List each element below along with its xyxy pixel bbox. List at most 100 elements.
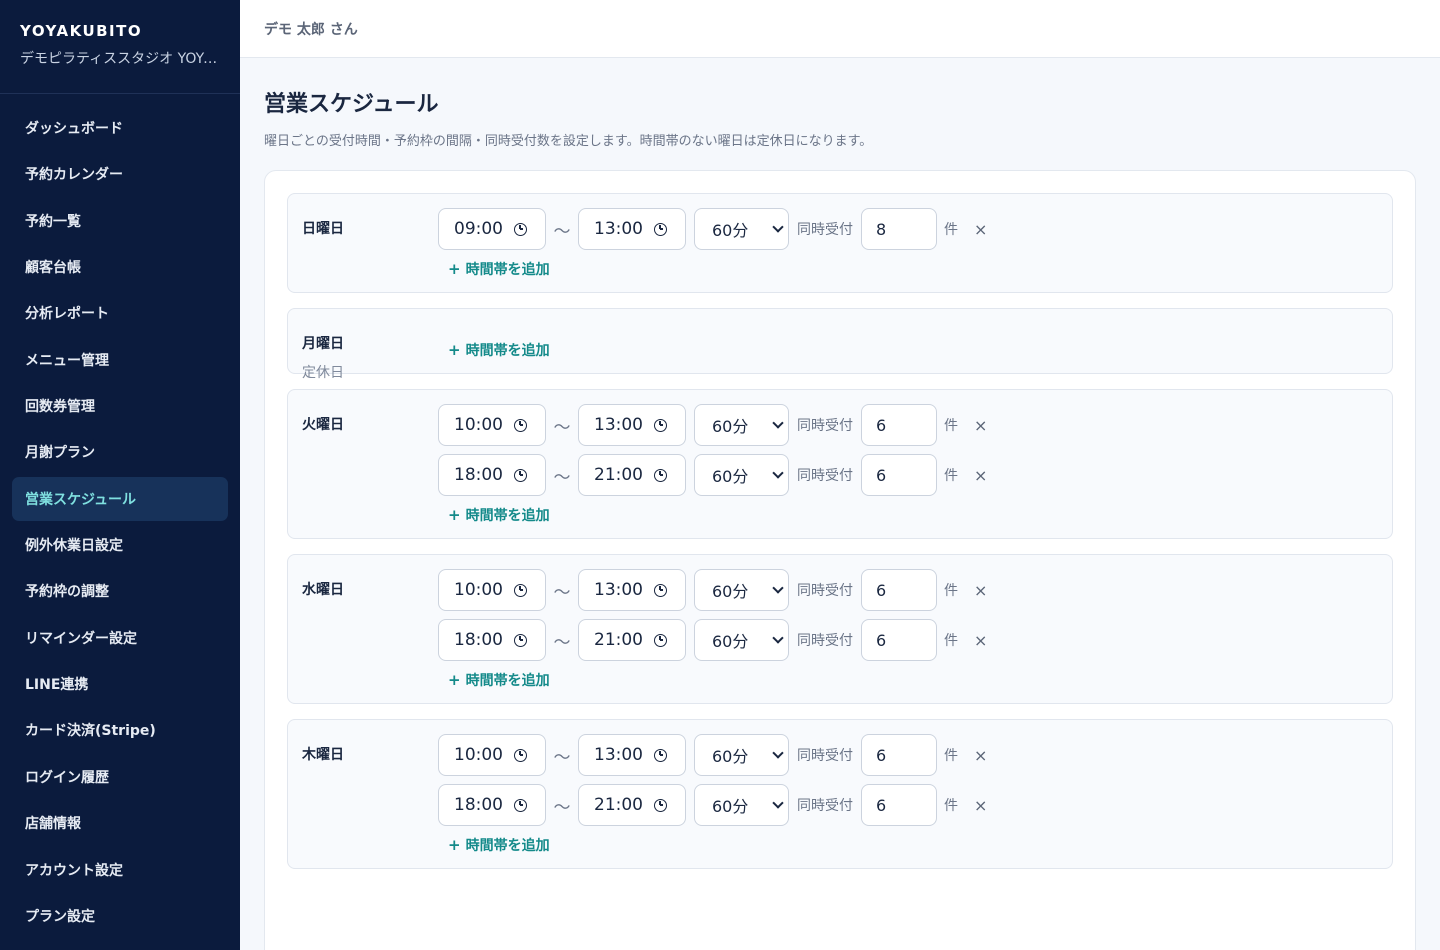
capacity-label: 同時受付 <box>797 748 853 764</box>
interval-select[interactable]: 60分 <box>694 734 789 776</box>
start-time-input[interactable]: 09:00 <box>438 208 546 250</box>
day-label: 日曜日 <box>302 218 344 238</box>
start-time-input[interactable]: 10:00 <box>438 734 546 776</box>
sidebar-item[interactable]: 月謝プラン <box>12 430 228 474</box>
time-slots: 09:00 〜 13:00 60分 同時受付 8 件 × + 時間帯を追加 <box>438 208 1392 280</box>
capacity-input[interactable]: 6 <box>861 734 937 776</box>
remove-slot-button[interactable]: × <box>974 416 987 435</box>
top-bar: デモ 太郎 さん <box>240 0 1440 58</box>
interval-select[interactable]: 60分 <box>694 569 789 611</box>
start-time-value: 10:00 <box>454 415 503 435</box>
range-separator: 〜 <box>553 417 571 438</box>
interval-select[interactable]: 60分 <box>694 619 789 661</box>
capacity-input[interactable]: 6 <box>861 569 937 611</box>
interval-value: 60分 <box>712 747 749 766</box>
sidebar-item[interactable]: ログイン履歴 <box>12 755 228 799</box>
end-time-input[interactable]: 13:00 <box>578 569 686 611</box>
capacity-unit: 件 <box>944 633 958 649</box>
brand: YOYAKUBITO デモピラティススタジオ YOYAKUBITO <box>0 0 240 94</box>
sidebar-item[interactable]: アカウント設定 <box>12 848 228 892</box>
sidebar-item[interactable]: 分析レポート <box>12 291 228 335</box>
remove-slot-button[interactable]: × <box>974 746 987 765</box>
add-time-slot-button[interactable]: + 時間帯を追加 <box>448 339 1392 361</box>
remove-slot-button[interactable]: × <box>974 581 987 600</box>
clock-icon <box>514 583 527 597</box>
end-time-value: 21:00 <box>594 465 643 485</box>
sidebar-item[interactable]: 例外休業日設定 <box>12 523 228 567</box>
plus-icon: + <box>448 671 461 689</box>
chevron-down-icon <box>772 467 784 479</box>
day-name: 日曜日 <box>302 221 344 237</box>
end-time-input[interactable]: 13:00 <box>578 208 686 250</box>
interval-select[interactable]: 60分 <box>694 404 789 446</box>
sidebar-item[interactable]: 予約カレンダー <box>12 152 228 196</box>
time-slot-row: 10:00 〜 13:00 60分 同時受付 6 件 × <box>438 734 1392 776</box>
end-time-value: 13:00 <box>594 745 643 765</box>
plus-icon: + <box>448 836 461 854</box>
sidebar-item[interactable]: 営業スケジュール <box>12 476 228 521</box>
interval-select[interactable]: 60分 <box>694 208 789 250</box>
sidebar-item[interactable]: 予約枠の調整 <box>12 569 228 613</box>
day-name: 水曜日 <box>302 582 344 598</box>
add-time-slot-button[interactable]: + 時間帯を追加 <box>448 258 1392 280</box>
sidebar-item[interactable]: 予約一覧 <box>12 199 228 243</box>
end-time-input[interactable]: 21:00 <box>578 454 686 496</box>
interval-select[interactable]: 60分 <box>694 454 789 496</box>
clock-icon <box>514 633 527 647</box>
capacity-input[interactable]: 8 <box>861 208 937 250</box>
remove-slot-button[interactable]: × <box>974 466 987 485</box>
day-name: 月曜日 <box>302 336 344 352</box>
time-slot-row: 09:00 〜 13:00 60分 同時受付 8 件 × <box>438 208 1392 250</box>
end-time-input[interactable]: 13:00 <box>578 734 686 776</box>
capacity-value: 8 <box>876 219 887 239</box>
capacity-label: 同時受付 <box>797 633 853 649</box>
sidebar-item[interactable]: プラン設定 <box>12 894 228 938</box>
clock-icon <box>654 798 667 812</box>
add-time-slot-button[interactable]: + 時間帯を追加 <box>448 504 1392 526</box>
day-label: 月曜日 定休日 <box>302 333 344 382</box>
capacity-unit: 件 <box>944 583 958 599</box>
day-label: 火曜日 <box>302 414 344 434</box>
capacity-input[interactable]: 6 <box>861 619 937 661</box>
day-card: 日曜日 09:00 〜 13:00 60分 同時受付 8 件 × + 時間帯を追加 <box>287 193 1393 293</box>
sidebar-item[interactable]: 回数券管理 <box>12 384 228 428</box>
start-time-input[interactable]: 18:00 <box>438 619 546 661</box>
capacity-input[interactable]: 6 <box>861 784 937 826</box>
sidebar-item[interactable]: 顧客台帳 <box>12 245 228 289</box>
add-time-slot-label: 時間帯を追加 <box>465 673 550 689</box>
sidebar-item[interactable]: 店舗情報 <box>12 801 228 845</box>
interval-value: 60分 <box>712 221 749 240</box>
end-time-input[interactable]: 21:00 <box>578 784 686 826</box>
sidebar: YOYAKUBITO デモピラティススタジオ YOYAKUBITO ダッシュボー… <box>0 0 240 950</box>
current-user[interactable]: デモ 太郎 さん <box>264 19 358 39</box>
start-time-input[interactable]: 10:00 <box>438 569 546 611</box>
sidebar-item[interactable]: カード決済(Stripe) <box>12 708 228 752</box>
capacity-value: 6 <box>876 580 887 600</box>
sidebar-item[interactable]: メニュー管理 <box>12 338 228 382</box>
remove-slot-button[interactable]: × <box>974 796 987 815</box>
range-separator: 〜 <box>553 467 571 488</box>
add-time-slot-button[interactable]: + 時間帯を追加 <box>448 669 1392 691</box>
end-time-input[interactable]: 21:00 <box>578 619 686 661</box>
sidebar-item[interactable]: ダッシュボード <box>12 106 228 150</box>
add-time-slot-button[interactable]: + 時間帯を追加 <box>448 834 1392 856</box>
sidebar-item[interactable]: リマインダー設定 <box>12 616 228 660</box>
schedule-panel: 日曜日 09:00 〜 13:00 60分 同時受付 8 件 × + 時間帯を追加 月曜日 定休日 + 時間… <box>264 170 1416 950</box>
interval-select[interactable]: 60分 <box>694 784 789 826</box>
start-time-input[interactable]: 18:00 <box>438 454 546 496</box>
remove-slot-button[interactable]: × <box>974 220 987 239</box>
capacity-input[interactable]: 6 <box>861 404 937 446</box>
clock-icon <box>514 468 527 482</box>
start-time-input[interactable]: 10:00 <box>438 404 546 446</box>
clock-icon <box>654 748 667 762</box>
sidebar-item[interactable]: LINE連携 <box>12 662 228 706</box>
day-card: 火曜日 10:00 〜 13:00 60分 同時受付 6 件 × 18:00 〜 21:00 60分 同時… <box>287 389 1393 539</box>
end-time-input[interactable]: 13:00 <box>578 404 686 446</box>
capacity-input[interactable]: 6 <box>861 454 937 496</box>
remove-slot-button[interactable]: × <box>974 631 987 650</box>
capacity-value: 6 <box>876 415 887 435</box>
start-time-input[interactable]: 18:00 <box>438 784 546 826</box>
clock-icon <box>654 418 667 432</box>
add-time-slot-label: 時間帯を追加 <box>465 508 550 524</box>
page-title: 営業スケジュール <box>264 92 439 117</box>
